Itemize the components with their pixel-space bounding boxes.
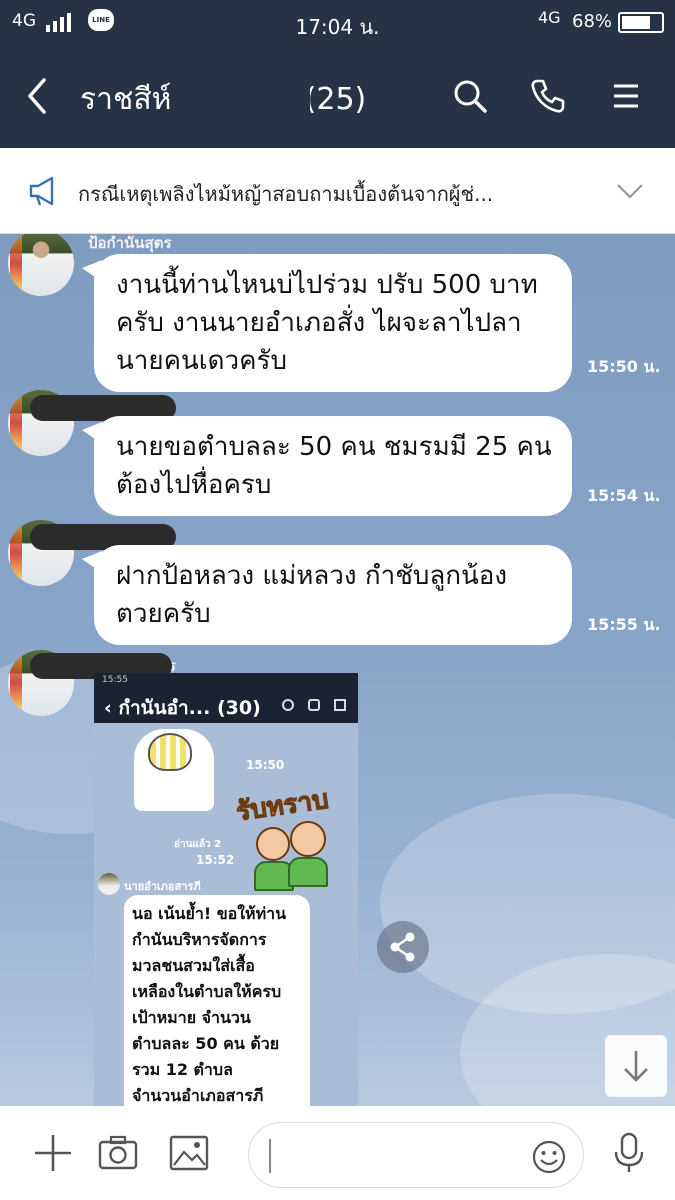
inner-message-line: จำนวนอำเภอสารภี: [132, 1086, 264, 1105]
emoji-icon[interactable]: [531, 1139, 567, 1175]
message-composer: [0, 1106, 675, 1200]
chat-header: ราชสีห์ ง(25): [0, 44, 675, 148]
message-line: ฝากป้อหลวง แม่หลวง กำชับลูกน้อง: [116, 561, 508, 591]
message-bubble[interactable]: ฝากป้อหลวง แม่หลวง กำชับลูกน้อง ตวยครับ: [82, 545, 572, 645]
phone-icon: [308, 699, 320, 711]
image-message[interactable]: 15:55 ‹ กำนันอำ... (30) 15:50 รับทราบ อ่…: [94, 673, 358, 1106]
share-button[interactable]: [377, 921, 429, 973]
inner-message-line: มวลชนสวมใส่เสื้อ: [132, 956, 255, 975]
back-icon[interactable]: [22, 74, 58, 118]
image-chat-title: ‹ กำนันอำ... (30): [104, 697, 261, 719]
message-line: ครับ งานนายอำเภอสั่ง ไผจะลาไปลา: [116, 308, 522, 338]
chat-area[interactable]: ป้อกำนันสุตร งานนี้ท่านไหนบ่ไปร่วม ปรับ …: [0, 234, 675, 1106]
message-time: 15:54 น.: [587, 486, 661, 505]
inner-message-line: รวม 12 ตำบล: [132, 1060, 233, 1079]
message-line: ตวยครับ: [116, 599, 211, 629]
search-icon: [282, 699, 294, 711]
inner-message-line: เป้าหมาย จำนวน: [132, 1008, 251, 1027]
message-line: นายคนเดวครับ: [116, 346, 288, 376]
redaction-bar: [198, 80, 310, 112]
phone-icon[interactable]: [528, 76, 568, 116]
inner-message-line: เหลืองในตำบลให้ครบ: [132, 982, 282, 1001]
chevron-down-icon[interactable]: [614, 176, 646, 206]
status-bar: 4G LINE 17:04 น. 4G 68%: [0, 0, 675, 44]
text-cursor: [269, 1139, 271, 1173]
search-icon[interactable]: [450, 76, 490, 116]
plus-icon[interactable]: [32, 1132, 74, 1174]
message-line: ต้องไปหื่อครบ: [116, 470, 272, 500]
sticker: [134, 729, 214, 811]
group-title: ราชสีห์: [80, 82, 172, 117]
message-bubble[interactable]: งานนี้ท่านไหนบ่ไปร่วม ปรับ 500 บาท ครับ …: [82, 254, 572, 392]
message-time: 15:50 น.: [587, 357, 661, 376]
battery-percent: 68%: [572, 11, 613, 32]
avatar: [98, 873, 120, 895]
sticker: รับทราบ: [234, 784, 346, 913]
avatar[interactable]: [8, 234, 74, 296]
network-type-right: 4G: [538, 8, 561, 27]
sender-name: ป้อกำนันสุตร: [88, 234, 172, 252]
menu-icon[interactable]: [606, 76, 646, 116]
announcement-bar[interactable]: กรณีเหตุเพลิงไหม้หญ้าสอบถามเบื้องต้นจากผ…: [0, 148, 675, 234]
scroll-to-bottom-button[interactable]: [605, 1035, 667, 1097]
sticker-time: 15:50: [246, 758, 285, 772]
inner-message-line: นอ เน้นย้ำ! ขอให้ท่าน: [132, 904, 287, 923]
image-status-bar: 15:55: [94, 673, 358, 687]
share-icon: [390, 932, 415, 962]
inner-message-bubble: นอ เน้นย้ำ! ขอให้ท่าน กำนันบริหารจัดการ …: [124, 895, 310, 1106]
camera-icon[interactable]: [97, 1132, 139, 1174]
message-time: 15:55 น.: [587, 615, 661, 634]
message-bubble[interactable]: นายขอตำบลละ 50 คน ชมรมมี 25 คน ต้องไปหื่…: [82, 416, 572, 516]
read-label: อ่านแล้ว 2: [174, 839, 222, 850]
microphone-icon[interactable]: [608, 1132, 650, 1174]
image-chat-header: ‹ กำนันอำ... (30): [94, 687, 358, 723]
megaphone-icon: [29, 176, 54, 206]
sticker-face: [290, 821, 326, 857]
inner-message-line: กำนันบริหารจัดการ: [132, 930, 267, 949]
message-line: นายขอตำบลละ 50 คน ชมรมมี 25 คน: [116, 432, 552, 462]
sticker-shirt: [288, 857, 328, 887]
menu-icon: [334, 699, 346, 711]
read-time: 15:52: [196, 853, 235, 867]
sticker-face: [256, 827, 290, 861]
announcement-text: กรณีเหตุเพลิงไหม้หญ้าสอบถามเบื้องต้นจากผ…: [78, 182, 494, 206]
message-line: งานนี้ท่านไหนบ่ไปร่วม ปรับ 500 บาท: [116, 270, 538, 300]
inner-message-line: ตำบลละ 50 คน ด้วย: [132, 1034, 280, 1053]
arrow-down-icon: [624, 1051, 648, 1082]
message-input[interactable]: [248, 1122, 584, 1188]
battery-icon: [618, 12, 664, 33]
image-icon[interactable]: [168, 1132, 210, 1174]
inner-sender-name: นายอำเภอสารภี: [124, 880, 201, 893]
